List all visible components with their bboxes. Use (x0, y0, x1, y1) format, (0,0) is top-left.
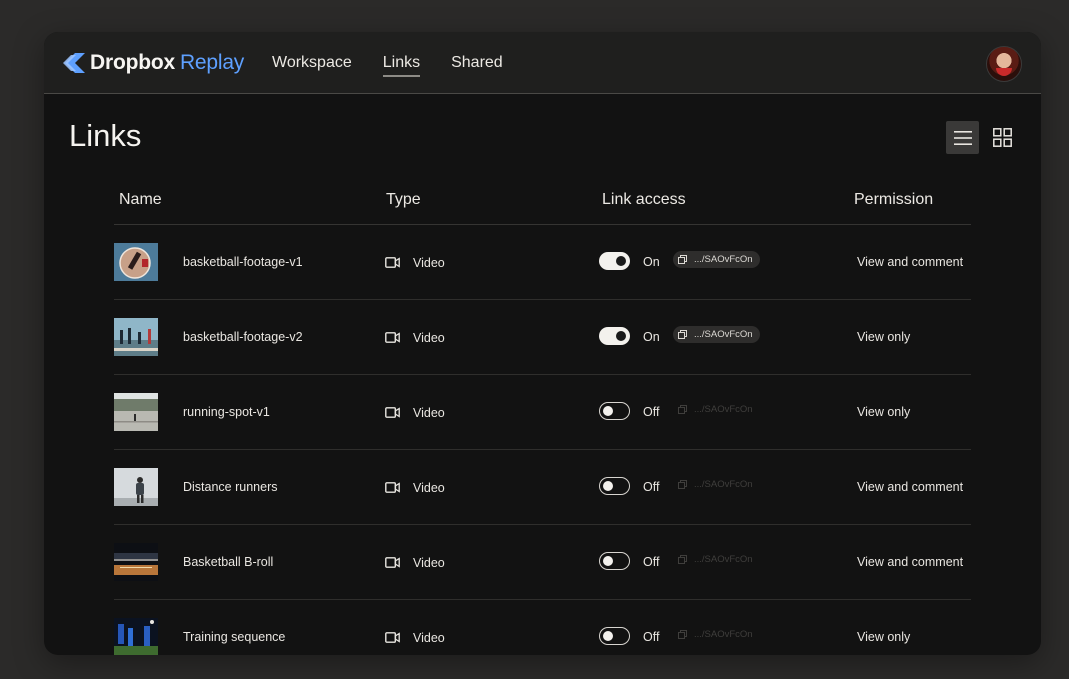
permission-value[interactable]: View only (857, 405, 910, 419)
links-table: Name Type Link access Permission basketb… (114, 179, 971, 655)
copy-link-chip[interactable]: .../SAOvFcOn (673, 476, 760, 493)
main-nav: Workspace Links Shared (272, 32, 534, 93)
file-name[interactable]: Training sequence (183, 630, 285, 644)
nav-shared[interactable]: Shared (451, 32, 503, 93)
toggle-state: On (643, 255, 660, 269)
dropbox-replay-logo[interactable]: Dropbox Replay (63, 50, 244, 76)
grid-view-icon (993, 128, 1012, 147)
copy-icon (678, 555, 687, 564)
file-name[interactable]: running-spot-v1 (183, 405, 270, 419)
video-thumbnail[interactable] (114, 543, 158, 581)
link-url: .../SAOvFcOn (694, 404, 753, 415)
link-url: .../SAOvFcOn (694, 254, 753, 265)
toggle-state: Off (643, 480, 660, 494)
video-thumbnail[interactable] (114, 393, 158, 431)
brand-product: Replay (179, 51, 245, 74)
permission-value[interactable]: View and comment (857, 480, 963, 494)
video-thumbnail[interactable] (114, 243, 158, 281)
copy-icon (678, 330, 687, 339)
file-type: Video (413, 331, 445, 345)
file-type: Video (413, 556, 445, 570)
link-access-toggle[interactable] (599, 477, 630, 495)
video-icon (385, 332, 400, 343)
toggle-state: On (643, 330, 660, 344)
file-name[interactable]: basketball-footage-v2 (183, 330, 303, 344)
file-name[interactable]: Basketball B-roll (183, 555, 273, 569)
header-name[interactable]: Name (119, 191, 162, 209)
copy-icon (678, 630, 687, 639)
table-row[interactable]: basketball-footage-v2 Video On .../SAOvF… (114, 300, 971, 375)
file-type: Video (413, 631, 445, 645)
video-thumbnail[interactable] (114, 618, 158, 655)
video-icon (385, 407, 400, 418)
copy-link-chip[interactable]: .../SAOvFcOn (673, 401, 760, 418)
link-access-toggle[interactable] (599, 627, 630, 645)
table-row[interactable]: Training sequence Video Off .../SAOvFcOn… (114, 600, 971, 655)
page-title: Links (69, 118, 142, 153)
table-row[interactable]: Basketball B-roll Video Off .../SAOvFcOn… (114, 525, 971, 600)
permission-value[interactable]: View and comment (857, 255, 963, 269)
table-row[interactable]: running-spot-v1 Video Off .../SAOvFcOn V… (114, 375, 971, 450)
link-url: .../SAOvFcOn (694, 479, 753, 490)
app-window: Dropbox Replay Workspace Links Shared Li… (44, 32, 1041, 655)
brand-name: Dropbox (90, 51, 175, 74)
nav-workspace[interactable]: Workspace (272, 32, 352, 93)
copy-icon (678, 405, 687, 414)
permission-value[interactable]: View only (857, 330, 910, 344)
copy-link-chip[interactable]: .../SAOvFcOn (673, 251, 760, 268)
video-icon (385, 257, 400, 268)
copy-link-chip[interactable]: .../SAOvFcOn (673, 326, 760, 343)
link-access-toggle[interactable] (599, 552, 630, 570)
file-type: Video (413, 406, 445, 420)
list-view-icon (953, 130, 972, 145)
copy-icon (678, 255, 687, 264)
permission-value[interactable]: View only (857, 630, 910, 644)
link-access-toggle[interactable] (599, 252, 630, 270)
toggle-state: Off (643, 555, 660, 569)
table-row[interactable]: Distance runners Video Off .../SAOvFcOn … (114, 450, 971, 525)
link-url: .../SAOvFcOn (694, 629, 753, 640)
video-icon (385, 557, 400, 568)
link-access-toggle[interactable] (599, 402, 630, 420)
header-link-access[interactable]: Link access (602, 191, 686, 209)
link-url: .../SAOvFcOn (694, 554, 753, 565)
replay-logo-icon (63, 53, 85, 73)
view-toggle (939, 121, 1019, 154)
file-name[interactable]: Distance runners (183, 480, 278, 494)
grid-view-button[interactable] (986, 121, 1019, 154)
copy-link-chip[interactable]: .../SAOvFcOn (673, 551, 760, 568)
copy-icon (678, 480, 687, 489)
list-view-button[interactable] (946, 121, 979, 154)
permission-value[interactable]: View and comment (857, 555, 963, 569)
video-thumbnail[interactable] (114, 318, 158, 356)
table-row[interactable]: basketball-footage-v1 Video On .../SAOvF… (114, 225, 971, 300)
link-url: .../SAOvFcOn (694, 329, 753, 340)
file-name[interactable]: basketball-footage-v1 (183, 255, 303, 269)
file-type: Video (413, 481, 445, 495)
table-header: Name Type Link access Permission (114, 179, 971, 225)
video-icon (385, 482, 400, 493)
user-avatar[interactable] (986, 46, 1022, 82)
toggle-state: Off (643, 405, 660, 419)
file-type: Video (413, 256, 445, 270)
top-bar: Dropbox Replay Workspace Links Shared (44, 32, 1041, 94)
link-access-toggle[interactable] (599, 327, 630, 345)
header-type[interactable]: Type (386, 191, 421, 209)
video-icon (385, 632, 400, 643)
header-permission[interactable]: Permission (854, 191, 933, 209)
video-thumbnail[interactable] (114, 468, 158, 506)
copy-link-chip[interactable]: .../SAOvFcOn (673, 626, 760, 643)
nav-links[interactable]: Links (382, 32, 421, 93)
toggle-state: Off (643, 630, 660, 644)
